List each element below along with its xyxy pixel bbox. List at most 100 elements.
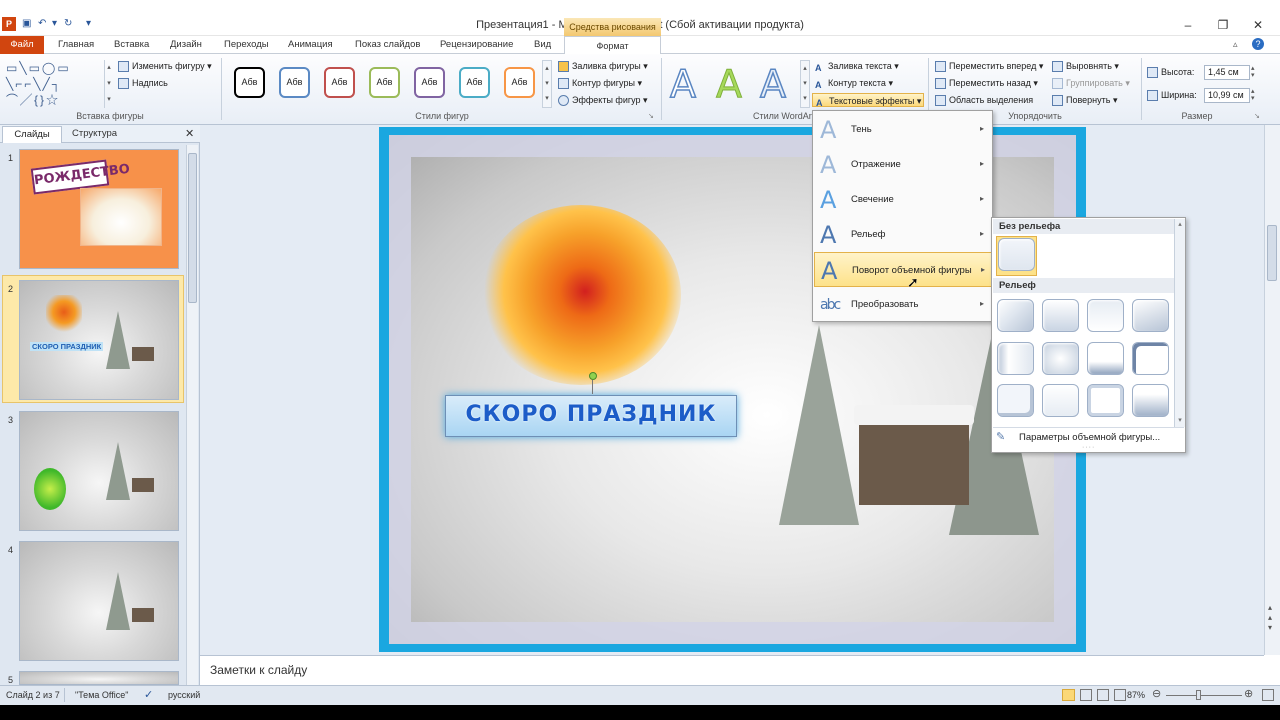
- tab-slideshow[interactable]: Показ слайдов: [355, 39, 420, 50]
- resize-grip-icon[interactable]: ····: [1082, 444, 1095, 451]
- send-backward-button[interactable]: Переместить назад ▾: [935, 76, 1038, 90]
- bevel-option-divot[interactable]: [997, 384, 1034, 417]
- height-spinner[interactable]: ▴ ▾: [1251, 65, 1255, 79]
- slide-sorter-icon[interactable]: [1080, 689, 1092, 701]
- bevel-none-option[interactable]: [998, 238, 1035, 271]
- menu-item-bevel[interactable]: A Рельеф ▸: [814, 217, 992, 252]
- tab-file[interactable]: Файл: [0, 36, 44, 54]
- size-dialog-launcher-icon[interactable]: ↘: [1254, 112, 1260, 120]
- bevel-option-cool-slant[interactable]: [1132, 299, 1169, 332]
- collapse-ribbon-icon[interactable]: ▵: [1233, 39, 1238, 50]
- tab-outline[interactable]: Структура: [72, 128, 117, 139]
- bevel-option-circle[interactable]: [997, 299, 1034, 332]
- zoom-slider[interactable]: [1166, 695, 1242, 696]
- shape-style-option[interactable]: Абв: [234, 67, 265, 98]
- rotation-handle[interactable]: [589, 372, 597, 380]
- reading-view-icon[interactable]: [1097, 689, 1109, 701]
- text-outline-button[interactable]: A Контур текста ▾: [815, 76, 893, 90]
- tab-design[interactable]: Дизайн: [170, 39, 202, 50]
- wordart-scroll[interactable]: ▴ ▾ ▾: [800, 60, 810, 108]
- edit-shape-button[interactable]: Изменить фигуру ▾: [118, 59, 212, 73]
- slide-thumbnail-5[interactable]: [19, 671, 179, 685]
- align-button[interactable]: Выровнять ▾: [1052, 59, 1119, 73]
- tab-insert[interactable]: Вставка: [114, 39, 149, 50]
- shape-style-option[interactable]: Абв: [504, 67, 535, 98]
- zoom-slider-thumb[interactable]: [1196, 690, 1201, 700]
- height-input[interactable]: 1,45 см: [1204, 65, 1250, 80]
- wordart-style-blue[interactable]: A: [759, 61, 787, 107]
- bevel-option-cross[interactable]: [1087, 299, 1124, 332]
- bevel-option-soft-round[interactable]: [1042, 342, 1079, 375]
- shape-style-option[interactable]: Абв: [324, 67, 355, 98]
- shape-styles-scroll[interactable]: ▴ ▾ ▾: [542, 60, 552, 108]
- width-spinner[interactable]: ▴ ▾: [1251, 88, 1255, 102]
- menu-item-3d-rotation[interactable]: A Поворот объемной фигуры ▸: [814, 252, 992, 287]
- scrollbar-thumb[interactable]: [1267, 225, 1277, 281]
- tab-view[interactable]: Вид: [534, 39, 551, 50]
- bevel-option-art-deco[interactable]: [1132, 384, 1169, 417]
- selection-pane-button[interactable]: Область выделения: [935, 93, 1033, 107]
- tab-format[interactable]: Формат: [564, 36, 661, 55]
- shapes-gallery-scroll[interactable]: ▴ ▾ ▾: [104, 60, 113, 108]
- bevel-option-riblet[interactable]: [1042, 384, 1079, 417]
- text-effects-button[interactable]: A Текстовые эффекты ▾: [812, 93, 924, 108]
- slide-thumbnail-2[interactable]: СКОРО ПРАЗДНИК: [19, 280, 179, 400]
- menu-item-reflection[interactable]: A Отражение ▸: [814, 147, 992, 182]
- zoom-out-icon[interactable]: ⊖: [1152, 687, 1161, 700]
- shape-fill-button[interactable]: Заливка фигуры ▾: [558, 59, 648, 73]
- tab-home[interactable]: Главная: [58, 39, 94, 50]
- bevel-option-slope[interactable]: [1132, 342, 1169, 375]
- bring-forward-button[interactable]: Переместить вперед ▾: [935, 59, 1043, 73]
- width-input[interactable]: 10,99 см: [1204, 88, 1250, 103]
- slides-pane-scrollbar[interactable]: [186, 145, 198, 685]
- zoom-in-icon[interactable]: ⊕: [1244, 687, 1253, 700]
- close-pane-icon[interactable]: ✕: [185, 127, 194, 140]
- shapes-gallery[interactable]: ▭╲▭◯▭ ╲⌐⌐╲╱┐ ⌒╱{}☆: [6, 60, 106, 108]
- tab-review[interactable]: Рецензирование: [440, 39, 513, 50]
- tab-animation[interactable]: Анимация: [288, 39, 333, 50]
- text-fill-button[interactable]: A Заливка текста ▾: [815, 59, 899, 73]
- text-box-button[interactable]: Надпись: [118, 76, 168, 90]
- normal-view-icon[interactable]: [1062, 689, 1075, 701]
- notes-pane[interactable]: Заметки к слайду: [200, 655, 1264, 685]
- spellcheck-icon[interactable]: ✓: [144, 688, 153, 701]
- bevel-option-hard-edge[interactable]: [1087, 384, 1124, 417]
- menu-item-transform[interactable]: abc Преобразовать ▸: [814, 287, 992, 322]
- 3d-options-link[interactable]: Параметры объемной фигуры...: [1019, 432, 1160, 443]
- shape-style-option[interactable]: Абв: [414, 67, 445, 98]
- canvas-scrollbar[interactable]: ▴ ▴ ▾: [1264, 125, 1280, 655]
- close-icon[interactable]: ✕: [1246, 18, 1270, 32]
- rotate-button[interactable]: Повернуть ▾: [1052, 93, 1117, 107]
- fit-slide-icon[interactable]: [1262, 689, 1274, 701]
- bevel-option-relaxed-inset[interactable]: [1042, 299, 1079, 332]
- bevel-gallery-scrollbar[interactable]: ▴ ▾: [1174, 219, 1185, 427]
- group-button[interactable]: Группировать ▾: [1052, 76, 1130, 90]
- menu-item-shadow[interactable]: A Тень ▸: [814, 112, 992, 147]
- dialog-launcher-icon[interactable]: ↘: [648, 112, 654, 120]
- shape-style-option[interactable]: Абв: [459, 67, 490, 98]
- selected-text-box[interactable]: СКОРО ПРАЗДНИК: [445, 395, 737, 437]
- slideshow-view-icon[interactable]: [1114, 689, 1126, 701]
- bevel-option-angle[interactable]: [997, 342, 1034, 375]
- help-icon[interactable]: ?: [1252, 38, 1264, 50]
- shape-style-option[interactable]: Абв: [279, 67, 310, 98]
- menu-item-glow[interactable]: A Свечение ▸: [814, 182, 992, 217]
- slide-thumbnail-3[interactable]: [19, 411, 179, 531]
- scrollbar-thumb[interactable]: [188, 153, 197, 303]
- shape-effects-button[interactable]: Эффекты фигур ▾: [558, 93, 648, 107]
- shape-style-option[interactable]: Абв: [369, 67, 400, 98]
- language[interactable]: русский: [168, 690, 200, 700]
- height-label: Высота:: [1147, 65, 1194, 79]
- restore-icon[interactable]: ❐: [1211, 18, 1235, 32]
- wordart-style-outline[interactable]: A: [669, 61, 697, 107]
- wordart-style-green[interactable]: A: [716, 62, 743, 107]
- zoom-level[interactable]: 87%: [1127, 690, 1145, 700]
- tab-transitions[interactable]: Переходы: [224, 39, 269, 50]
- shape-outline-button[interactable]: Контур фигуры ▾: [558, 76, 642, 90]
- scroll-page-buttons[interactable]: ▴ ▴ ▾: [1268, 603, 1272, 633]
- tab-slides[interactable]: Слайды: [2, 126, 62, 143]
- minimize-icon[interactable]: –: [1176, 18, 1200, 32]
- slide-thumbnail-1[interactable]: РОЖДЕСТВО: [19, 149, 179, 269]
- slide-thumbnail-4[interactable]: [19, 541, 179, 661]
- bevel-option-convex[interactable]: [1087, 342, 1124, 375]
